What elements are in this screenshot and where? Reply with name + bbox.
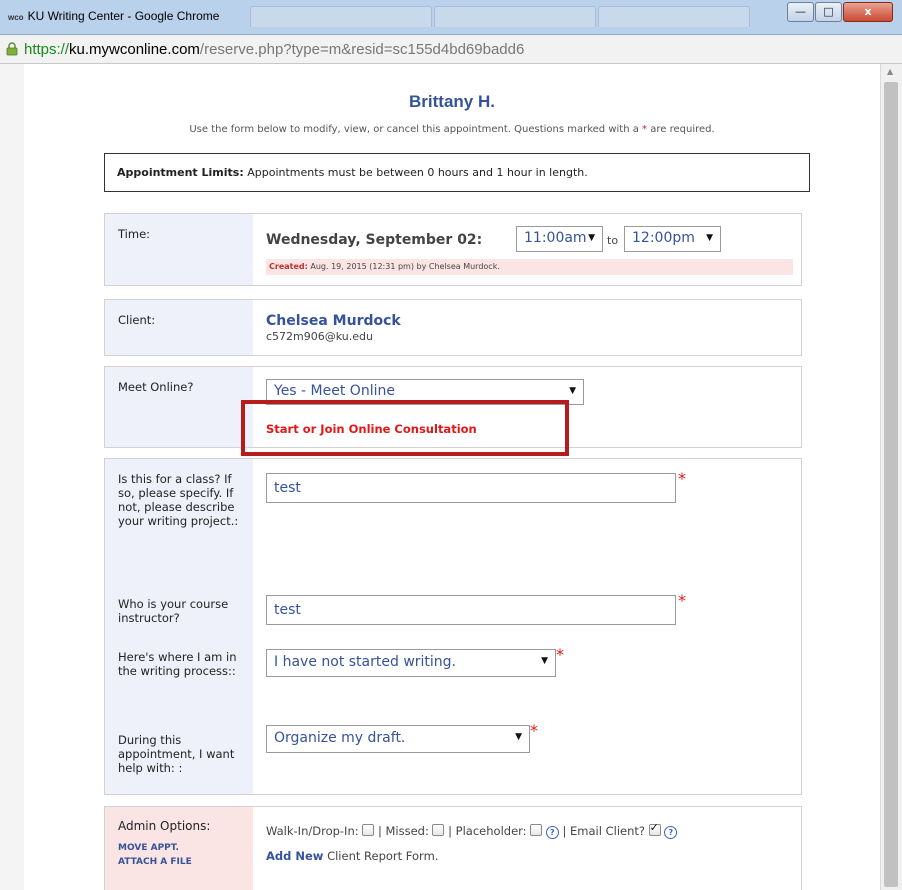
end-time-select[interactable]: 12:00pm ▼ bbox=[624, 226, 721, 252]
help-icon[interactable]: ? bbox=[664, 826, 678, 839]
admin-flags: Walk-In/Drop-In: | Missed: | Placeholder… bbox=[266, 821, 678, 839]
minimize-icon: — bbox=[795, 5, 806, 18]
address-bar: https://ku.mywconline.com/reserve.php?ty… bbox=[0, 35, 902, 64]
to-separator: to bbox=[607, 234, 619, 247]
time-label: Time: bbox=[118, 227, 151, 241]
help-icon[interactable]: ? bbox=[545, 826, 559, 839]
admin-options-panel: Admin Options: MOVE APPT. ATTACH A FILE … bbox=[104, 806, 802, 890]
instructions-text: Use the form below to modify, view, or c… bbox=[189, 124, 639, 135]
browser-left-gutter bbox=[0, 64, 25, 890]
meet-online-value: Yes - Meet Online bbox=[274, 383, 395, 399]
background-tab[interactable] bbox=[598, 6, 750, 27]
questions-label-column: Is this for a class? If so, please speci… bbox=[105, 459, 253, 794]
site-favicon: wco bbox=[8, 13, 24, 22]
help-with-select[interactable]: Organize my draft. ▼ bbox=[266, 725, 530, 753]
meet-online-label-cell: Meet Online? bbox=[105, 367, 253, 447]
url-text: https://ku.mywconline.com/reserve.php?ty… bbox=[24, 41, 524, 58]
client-name-link[interactable]: Chelsea Murdock bbox=[266, 313, 401, 329]
required-marker: * bbox=[556, 645, 564, 664]
class-description-value: test bbox=[274, 480, 301, 496]
missed-checkbox[interactable] bbox=[432, 824, 445, 836]
instructions-text-end: are required. bbox=[650, 124, 715, 135]
dropdown-arrow-icon: ▼ bbox=[588, 233, 595, 243]
help-with-value: Organize my draft. bbox=[274, 730, 406, 746]
window-titlebar: wco KU Writing Center - Google Chrome — □… bbox=[0, 0, 902, 35]
instructor-question-label: Who is your course instructor? bbox=[118, 597, 229, 625]
help-question-label: During this appointment, I want help wit… bbox=[118, 733, 235, 775]
time-label-cell: Time: bbox=[105, 214, 253, 285]
attach-file-link[interactable]: ATTACH A FILE bbox=[118, 855, 192, 869]
url-scheme: https:// bbox=[24, 41, 70, 58]
maximize-icon: □ bbox=[823, 5, 834, 18]
class-description-input[interactable]: test bbox=[266, 473, 676, 503]
appointment-date: Wednesday, September 02: bbox=[266, 232, 483, 248]
minimize-button[interactable]: — bbox=[787, 2, 814, 22]
appointment-form-page: Brittany H. Use the form below to modify… bbox=[24, 64, 880, 890]
client-panel: Client: Chelsea Murdock c572m906@ku.edu bbox=[104, 299, 802, 356]
start-time-value: 11:00am bbox=[524, 230, 587, 246]
move-appointment-link[interactable]: MOVE APPT. bbox=[118, 841, 192, 855]
appointment-limits-box: Appointment Limits: Appointments must be… bbox=[104, 153, 810, 192]
form-instructions: Use the form below to modify, view, or c… bbox=[24, 124, 880, 135]
url-input[interactable]: https://ku.mywconline.com/reserve.php?ty… bbox=[24, 38, 894, 60]
add-new-report-link[interactable]: Add New bbox=[266, 849, 323, 863]
url-host: ku.mywconline.com bbox=[69, 41, 200, 58]
created-detail: Aug. 19, 2015 (12:31 pm) by Chelsea Murd… bbox=[310, 262, 500, 271]
close-button[interactable]: x bbox=[843, 2, 893, 22]
instructor-value: test bbox=[274, 602, 301, 618]
email-client-label: | Email Client? bbox=[562, 824, 646, 838]
created-info: Created: Aug. 19, 2015 (12:31 pm) by Che… bbox=[266, 259, 793, 275]
scrollbar-thumb[interactable] bbox=[884, 82, 898, 887]
class-question-label: Is this for a class? If so, please speci… bbox=[118, 472, 239, 528]
consultation-link-highlight bbox=[241, 400, 569, 456]
admin-options-label: Admin Options: bbox=[118, 819, 211, 833]
client-label: Client: bbox=[118, 313, 156, 327]
appointment-limits: Appointment Limits: Appointments must be… bbox=[117, 166, 588, 179]
client-label-cell: Client: bbox=[105, 300, 253, 355]
required-marker: * bbox=[678, 591, 686, 610]
start-time-select[interactable]: 11:00am ▼ bbox=[516, 226, 603, 252]
background-tab[interactable] bbox=[434, 6, 596, 27]
admin-label-cell: Admin Options: MOVE APPT. ATTACH A FILE bbox=[105, 807, 253, 890]
process-question-label: Here's where I am in the writing process… bbox=[118, 650, 237, 678]
time-panel: Time: Wednesday, September 02: 11:00am ▼… bbox=[104, 213, 802, 286]
questions-panel: Is this for a class? If so, please speci… bbox=[104, 458, 802, 795]
placeholder-label: | Placeholder: bbox=[448, 824, 527, 838]
end-time-value: 12:00pm bbox=[632, 230, 695, 246]
placeholder-checkbox[interactable] bbox=[530, 824, 543, 836]
vertical-scrollbar[interactable]: ▲ bbox=[880, 64, 902, 890]
created-label: Created: bbox=[269, 262, 308, 271]
required-marker: * bbox=[530, 721, 538, 740]
walk-in-label: Walk-In/Drop-In: bbox=[266, 824, 359, 838]
background-tab[interactable] bbox=[250, 6, 432, 27]
dropdown-arrow-icon: ▼ bbox=[515, 732, 522, 742]
limits-text: Appointments must be between 0 hours and… bbox=[247, 166, 588, 179]
email-client-checkbox[interactable] bbox=[648, 821, 661, 836]
client-report-text: Client Report Form. bbox=[327, 849, 439, 863]
maximize-button[interactable]: □ bbox=[815, 2, 842, 22]
dropdown-arrow-icon: ▼ bbox=[706, 233, 713, 243]
scroll-up-icon[interactable]: ▲ bbox=[887, 67, 893, 76]
instructor-input[interactable]: test bbox=[266, 595, 676, 625]
required-marker: * bbox=[678, 469, 686, 488]
dropdown-arrow-icon: ▼ bbox=[569, 386, 576, 396]
writing-process-value: I have not started writing. bbox=[274, 654, 456, 670]
client-email: c572m906@ku.edu bbox=[266, 330, 373, 343]
created-text: Created: Aug. 19, 2015 (12:31 pm) by Che… bbox=[269, 262, 500, 271]
window-title-text: KU Writing Center - Google Chrome bbox=[27, 9, 220, 23]
dropdown-arrow-icon: ▼ bbox=[541, 656, 548, 666]
lock-icon bbox=[6, 42, 18, 56]
required-marker: * bbox=[642, 124, 648, 135]
meet-online-label: Meet Online? bbox=[118, 380, 194, 394]
missed-label: | Missed: bbox=[377, 824, 429, 838]
page-title: Brittany H. bbox=[409, 92, 495, 111]
window-title: wco KU Writing Center - Google Chrome bbox=[8, 9, 219, 23]
writing-process-select[interactable]: I have not started writing. ▼ bbox=[266, 649, 556, 677]
admin-links: MOVE APPT. ATTACH A FILE bbox=[118, 841, 192, 869]
close-icon: x bbox=[864, 5, 872, 18]
limits-label: Appointment Limits: bbox=[117, 166, 244, 179]
walk-in-checkbox[interactable] bbox=[362, 824, 375, 836]
url-path: /reserve.php?type=m&resid=sc155d4bd69bad… bbox=[199, 41, 525, 58]
client-report-line: Add New Client Report Form. bbox=[266, 849, 438, 863]
